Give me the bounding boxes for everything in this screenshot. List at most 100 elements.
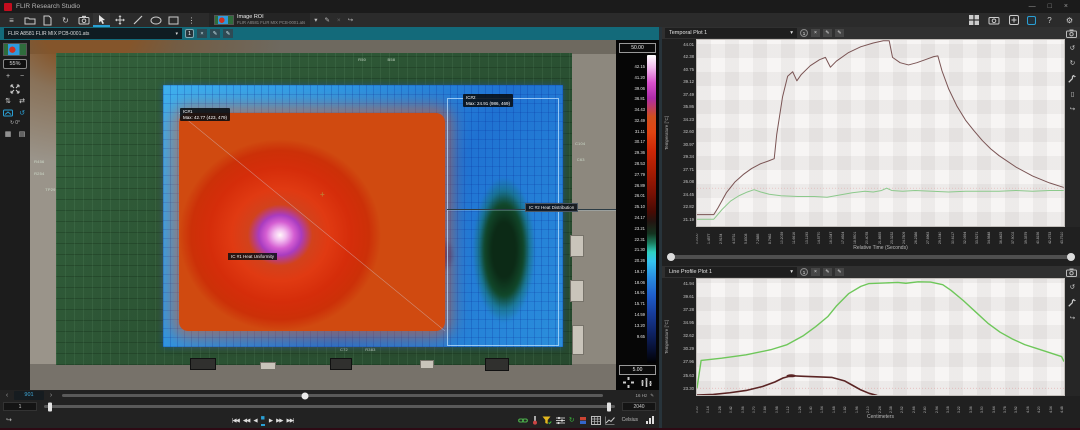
flip-vertical-icon[interactable]: ⇅ xyxy=(3,96,13,105)
refresh-icon[interactable]: ↻ xyxy=(569,417,575,424)
help-icon[interactable]: ? xyxy=(1043,13,1056,27)
sync-icon[interactable]: ↻ xyxy=(57,13,74,27)
palette-stack-icon[interactable] xyxy=(579,416,587,425)
line-profile-edit-button[interactable]: ✎ xyxy=(823,268,832,276)
roi-edit-icon[interactable]: ✎ xyxy=(321,16,332,24)
scale-histogram-icon[interactable] xyxy=(641,377,652,388)
temporal-undo-icon[interactable]: ↺ xyxy=(1070,44,1075,52)
transport-button-2[interactable]: ◀ xyxy=(253,418,256,426)
ic2-roi-box[interactable] xyxy=(447,98,559,346)
line-profile-close-button[interactable]: × xyxy=(811,268,820,276)
palette-icon[interactable] xyxy=(3,108,13,117)
transport-button-6[interactable]: ▶▶| xyxy=(287,418,294,426)
zoom-out-button[interactable]: − xyxy=(17,72,27,81)
maximize-button[interactable]: □ xyxy=(1048,3,1052,10)
transport-button-3[interactable]: ■ xyxy=(261,414,265,426)
trim-end-handle[interactable] xyxy=(607,402,611,411)
more-tools-icon[interactable]: ⋮ xyxy=(183,13,200,27)
grid-overlay-icon[interactable]: ▦ xyxy=(3,129,13,138)
active-layout-icon[interactable] xyxy=(1027,16,1036,25)
histogram-icon[interactable] xyxy=(645,415,656,425)
ic1-roi-label[interactable]: IC#1 Max: 42.77 (423, 479) xyxy=(180,108,230,121)
camera-panel-icon[interactable] xyxy=(987,13,1000,27)
temporal-plot-title-dropdown[interactable]: Temporal Plot 1 ▾ xyxy=(665,28,797,38)
scale-max-input[interactable]: 50.00 xyxy=(619,43,656,53)
layout-grid-icon[interactable] xyxy=(967,13,980,27)
temporal-range-scrollbar[interactable] xyxy=(662,252,1080,262)
range-end-value[interactable]: 2040 xyxy=(622,402,656,411)
rectangle-tool-icon[interactable] xyxy=(165,13,182,27)
transport-button-1[interactable]: ◀◀ xyxy=(243,418,249,426)
transport-button-4[interactable]: ▶ xyxy=(269,418,272,426)
reset-view-icon[interactable]: ↺ xyxy=(17,108,27,117)
roi-selector[interactable]: Image ROI FLIR A8581 FLIR MIX PCB-0001.a… xyxy=(209,13,310,27)
file-icon[interactable] xyxy=(39,13,56,27)
line-profile-undo-icon[interactable]: ↺ xyxy=(1070,283,1075,291)
cursor-tool-icon[interactable] xyxy=(93,13,110,27)
viewer-edit2-button[interactable]: ✎ xyxy=(223,29,233,38)
next-frame-button[interactable]: › xyxy=(47,392,55,399)
temporal-chart[interactable] xyxy=(696,39,1065,227)
data-table-icon[interactable] xyxy=(591,416,601,425)
add-panel-icon[interactable] xyxy=(1007,13,1020,27)
preview-thumbnail[interactable] xyxy=(3,43,27,56)
line-profile-share-icon[interactable]: ↪ xyxy=(1070,314,1075,322)
ic2-roi-label[interactable]: IC#2 Max: 24.91 (986, 469) xyxy=(463,94,513,107)
temporal-refresh-icon[interactable]: ↻ xyxy=(1070,59,1075,67)
temporal-scroll-start-handle[interactable] xyxy=(667,253,675,261)
temporal-edit-button[interactable]: ✎ xyxy=(823,29,832,37)
rotate-control[interactable]: ↻ 0° xyxy=(10,120,20,126)
temperature-unit-label[interactable]: Celsius xyxy=(622,417,638,423)
distribution-annotation[interactable]: IC #2 Heat Distribution xyxy=(525,203,578,212)
viewer-close-button[interactable]: × xyxy=(197,29,207,38)
fit-to-window-icon[interactable] xyxy=(10,84,20,93)
move-tool-icon[interactable] xyxy=(111,13,128,27)
uniformity-annotation[interactable]: IC #1 Heat Uniformity xyxy=(228,253,277,260)
open-folder-icon[interactable] xyxy=(21,13,38,27)
copy-image-icon[interactable]: ▤ xyxy=(17,129,27,138)
range-start-value[interactable]: 1 xyxy=(3,402,37,411)
temporal-share-icon[interactable]: ↪ xyxy=(1070,105,1075,113)
current-frame-value[interactable]: 901 xyxy=(14,391,44,400)
settings-gear-icon[interactable]: ⚙ xyxy=(1063,13,1076,27)
trim-range-slider[interactable] xyxy=(44,405,615,408)
prev-frame-button[interactable]: ‹ xyxy=(3,392,11,399)
frame-slider[interactable] xyxy=(62,394,603,397)
line-profile-wrench-icon[interactable] xyxy=(1068,298,1077,307)
scale-auto-adjust-icon[interactable] xyxy=(623,377,634,388)
line-profile-title-dropdown[interactable]: Line Profile Plot 1 ▾ xyxy=(665,267,797,277)
frame-slider-handle[interactable] xyxy=(302,392,309,399)
temporal-snapshot-icon[interactable] xyxy=(1066,29,1077,38)
minimize-button[interactable]: — xyxy=(1029,3,1036,10)
close-button[interactable]: × xyxy=(1064,3,1068,10)
temporal-wrench-icon[interactable] xyxy=(1068,74,1077,83)
trend-chart-icon[interactable] xyxy=(605,416,615,425)
zoom-in-button[interactable]: + xyxy=(3,72,13,81)
line-profile-snapshot-icon[interactable] xyxy=(1066,268,1077,277)
menu-icon[interactable]: ≡ xyxy=(3,13,20,27)
export-share-icon[interactable]: ↪ xyxy=(6,416,12,424)
thermal-image-viewer[interactable]: R50B58R456R254TP29C104C633025C72R3838738… xyxy=(30,40,616,390)
link-icon[interactable] xyxy=(518,416,528,425)
snapshot-camera-icon[interactable] xyxy=(75,13,92,27)
temporal-scroll-end-handle[interactable] xyxy=(1067,253,1075,261)
roi-dropdown-caret[interactable]: ▾ xyxy=(311,16,320,24)
flip-horizontal-icon[interactable]: ⇄ xyxy=(17,96,27,105)
roi-redo-icon[interactable]: ↪ xyxy=(345,16,356,24)
temporal-close-button[interactable]: × xyxy=(811,29,820,37)
trim-start-handle[interactable] xyxy=(48,402,52,411)
roi-close-icon[interactable]: × xyxy=(334,17,344,24)
viewer-edit-button[interactable]: ✎ xyxy=(210,29,220,38)
ellipse-tool-icon[interactable] xyxy=(147,13,164,27)
source-file-dropdown[interactable]: FLIR A8581 FLIR MIX PCB-0001.ats ▾ xyxy=(4,28,182,39)
color-scale-bar[interactable] xyxy=(647,55,656,363)
adjustments-icon[interactable] xyxy=(556,416,565,425)
line-profile-edit2-button[interactable]: ✎ xyxy=(835,268,844,276)
thermometer-icon[interactable] xyxy=(532,415,538,425)
frame-rate-edit-icon[interactable]: ✎ xyxy=(650,393,654,399)
transport-button-0[interactable]: |◀◀ xyxy=(232,418,239,426)
line-tool-icon[interactable] xyxy=(129,13,146,27)
temporal-bookmark-icon[interactable]: ▯ xyxy=(1071,90,1075,98)
line-profile-chart[interactable] xyxy=(696,278,1065,396)
filter-icon[interactable] xyxy=(542,416,552,425)
